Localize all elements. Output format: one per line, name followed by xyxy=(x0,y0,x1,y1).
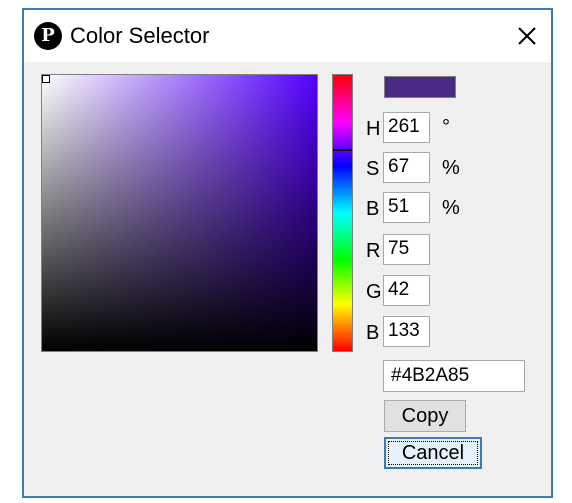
brightness-unit: % xyxy=(442,197,460,219)
hue-unit: ° xyxy=(442,116,450,138)
brightness-label: B xyxy=(366,198,380,220)
picker-cursor[interactable] xyxy=(42,75,50,83)
close-icon[interactable] xyxy=(513,22,541,50)
brightness-input[interactable]: 51 xyxy=(383,192,430,223)
red-label: R xyxy=(366,240,381,262)
cancel-button-label: Cancel xyxy=(401,442,465,464)
window-title: Color Selector xyxy=(70,23,210,48)
hue-input[interactable]: 261 xyxy=(383,112,430,143)
color-selector-dialog: P Color Selector H 261 ° S 67 % B 51 % R… xyxy=(22,8,553,498)
cancel-button[interactable]: Cancel xyxy=(384,437,482,469)
hue-label: H xyxy=(366,118,381,140)
green-input[interactable]: 42 xyxy=(383,275,430,306)
app-logo-icon: P xyxy=(34,22,62,50)
red-input[interactable]: 75 xyxy=(383,234,430,265)
blue-label: B xyxy=(366,322,380,344)
saturation-unit: % xyxy=(442,157,460,179)
saturation-input[interactable]: 67 xyxy=(383,152,430,183)
color-preview-swatch xyxy=(384,76,456,98)
hex-color-input[interactable]: #4B2A85 xyxy=(383,360,525,392)
saturation-label: S xyxy=(366,158,380,180)
hue-slider[interactable] xyxy=(332,74,353,352)
saturation-brightness-picker[interactable] xyxy=(41,74,318,352)
copy-button[interactable]: Copy xyxy=(384,400,466,432)
green-label: G xyxy=(366,281,382,303)
hue-slider-marker[interactable] xyxy=(333,149,352,151)
title-bar: P Color Selector xyxy=(24,10,551,62)
blue-input[interactable]: 133 xyxy=(383,316,430,347)
